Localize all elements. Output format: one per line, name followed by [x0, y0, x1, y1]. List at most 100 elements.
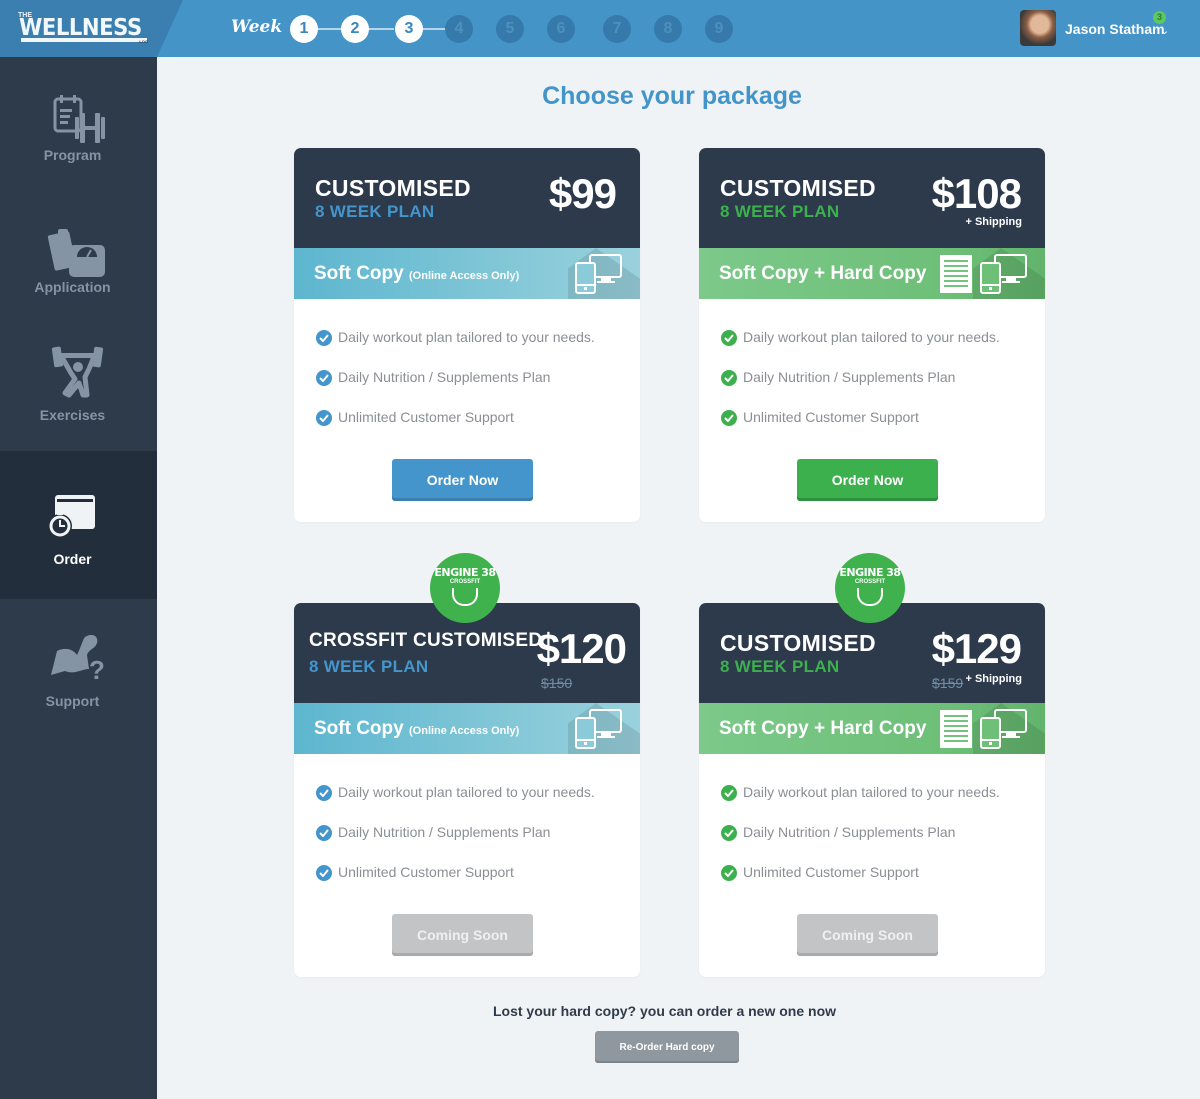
- week-step-6[interactable]: 6: [547, 15, 575, 43]
- feature-text: Unlimited Customer Support: [338, 864, 514, 880]
- card-header: CUSTOMISED 8 WEEK PLAN $108 + Shipping: [699, 148, 1045, 248]
- plan-price: $108: [931, 170, 1022, 217]
- devices-icon: [575, 709, 622, 749]
- band-label: Soft Copy: [314, 263, 404, 284]
- week-step-2[interactable]: 2: [341, 15, 369, 43]
- week-step-9[interactable]: 9: [705, 15, 733, 43]
- plan-price: $120: [536, 625, 627, 672]
- plan-title: CUSTOMISED: [720, 175, 876, 201]
- page-title: Choose your package: [542, 82, 802, 110]
- check-icon: [316, 785, 332, 801]
- week-step-3[interactable]: 3: [395, 15, 423, 43]
- feature-text: Daily Nutrition / Supplements Plan: [338, 369, 551, 385]
- engine38-crossfit-badge: ENGINE 38 CROSSFIT: [430, 553, 500, 623]
- week-step-4[interactable]: 4: [445, 15, 473, 43]
- feature-text: Daily workout plan tailored to your need…: [338, 784, 595, 800]
- lost-copy-text: Lost your hard copy? you can order a new…: [492, 1003, 837, 1019]
- week-label: Week: [231, 17, 283, 37]
- sidebar: Program Application Exercises Order ? Su…: [0, 57, 157, 1099]
- check-icon: [721, 410, 737, 426]
- copy-type-label: Soft Copy (Online Access Only): [314, 718, 519, 740]
- order-icon: [48, 495, 95, 538]
- hard-copy-document-icon: [940, 710, 972, 748]
- check-icon: [721, 785, 737, 801]
- program-icon: [53, 95, 105, 143]
- plan-price: $129: [931, 625, 1022, 672]
- band-note: (Online Access Only): [409, 725, 520, 737]
- band-note: (Online Access Only): [409, 270, 520, 282]
- reorder-hard-copy-button[interactable]: Re-Order Hard copy: [595, 1031, 739, 1063]
- badge-line1: ENGINE 38: [434, 566, 496, 579]
- copy-type-band: Soft Copy + Hard Copy: [699, 248, 1045, 299]
- week-step-1[interactable]: 1: [290, 15, 318, 43]
- feature-text: Daily workout plan tailored to your need…: [743, 329, 1000, 345]
- order-button[interactable]: Coming Soon: [797, 914, 938, 956]
- check-icon: [316, 825, 332, 841]
- plan-subtitle: 8 WEEK PLAN: [720, 657, 840, 676]
- plan-title: CROSSFIT CUSTOMISED: [309, 630, 543, 651]
- sidebar-item-label: Order: [53, 551, 92, 567]
- week-number: 3: [404, 20, 414, 37]
- plan-price: $99: [548, 170, 617, 217]
- devices-icon: [575, 254, 622, 294]
- band-label: Soft Copy + Hard Copy: [719, 263, 927, 284]
- week-number: 8: [663, 20, 673, 37]
- plan-subtitle: 8 WEEK PLAN: [315, 202, 435, 221]
- check-icon: [316, 865, 332, 881]
- check-icon: [721, 825, 737, 841]
- copy-type-label: Soft Copy + Hard Copy: [719, 263, 926, 285]
- copy-type-band: Soft Copy (Online Access Only): [294, 703, 640, 754]
- check-icon: [316, 370, 332, 386]
- badge-line2: CROSSFIT: [449, 579, 481, 585]
- sidebar-item-label: Exercises: [39, 407, 106, 423]
- badge-line1: ENGINE 38: [839, 566, 901, 579]
- week-step-7[interactable]: 7: [603, 15, 631, 43]
- plan-title: CUSTOMISED: [315, 175, 471, 201]
- check-icon: [721, 370, 737, 386]
- order-button[interactable]: Order Now: [392, 459, 533, 501]
- engine38-crossfit-badge: ENGINE 38 CROSSFIT: [835, 553, 905, 623]
- check-icon: [721, 865, 737, 881]
- package-card: CUSTOMISED 8 WEEK PLAN $129 $159 + Shipp…: [699, 603, 1045, 977]
- copy-type-band: Soft Copy + Hard Copy: [699, 703, 1045, 754]
- feature-text: Unlimited Customer Support: [338, 409, 514, 425]
- user-name: Jason Statham: [1065, 21, 1165, 37]
- band-label: Soft Copy + Hard Copy: [719, 718, 927, 739]
- plan-subtitle: 8 WEEK PLAN: [720, 202, 840, 221]
- step-connector: [316, 28, 342, 30]
- skull-icon: [452, 588, 478, 606]
- week-step-5[interactable]: 5: [496, 15, 524, 43]
- feature-text: Daily workout plan tailored to your need…: [743, 784, 1000, 800]
- chevron-down-icon[interactable]: ⌄: [1160, 24, 1169, 37]
- app-logo[interactable]: THE WELLNESS LOG: [18, 12, 150, 44]
- avatar[interactable]: [1020, 10, 1056, 46]
- logo-log: LOG: [139, 39, 148, 44]
- sidebar-item-label: Application: [34, 279, 111, 295]
- sidebar-item-order[interactable]: Order: [0, 451, 157, 599]
- skull-icon: [857, 588, 883, 606]
- package-card: CUSTOMISED 8 WEEK PLAN $108 + Shipping S…: [699, 148, 1045, 522]
- week-step-8[interactable]: 8: [654, 15, 682, 43]
- copy-type-band: Soft Copy (Online Access Only): [294, 248, 640, 299]
- feature-text: Daily workout plan tailored to your need…: [338, 329, 595, 345]
- plan-subtitle: 8 WEEK PLAN: [309, 657, 429, 676]
- shipping-note: + Shipping: [965, 216, 1022, 228]
- check-icon: [721, 330, 737, 346]
- feature-text: Daily Nutrition / Supplements Plan: [743, 824, 956, 840]
- notification-badge[interactable]: 3: [1153, 11, 1166, 24]
- order-button[interactable]: Coming Soon: [392, 914, 533, 956]
- order-button[interactable]: Order Now: [797, 459, 938, 501]
- sidebar-item-program[interactable]: Program: [0, 57, 157, 205]
- check-icon: [316, 330, 332, 346]
- sidebar-item-label: Program: [43, 147, 102, 163]
- sidebar-item-label: Support: [45, 693, 100, 709]
- week-number: 2: [350, 20, 360, 37]
- copy-type-label: Soft Copy + Hard Copy: [719, 718, 926, 740]
- check-icon: [316, 410, 332, 426]
- sidebar-item-support[interactable]: ? Support: [0, 617, 157, 765]
- devices-icon: [980, 254, 1027, 294]
- step-connector: [368, 28, 394, 30]
- week-number: 9: [714, 20, 724, 37]
- exercises-icon: [51, 346, 104, 398]
- package-card: CUSTOMISED 8 WEEK PLAN $99 Soft Copy (On…: [294, 148, 640, 522]
